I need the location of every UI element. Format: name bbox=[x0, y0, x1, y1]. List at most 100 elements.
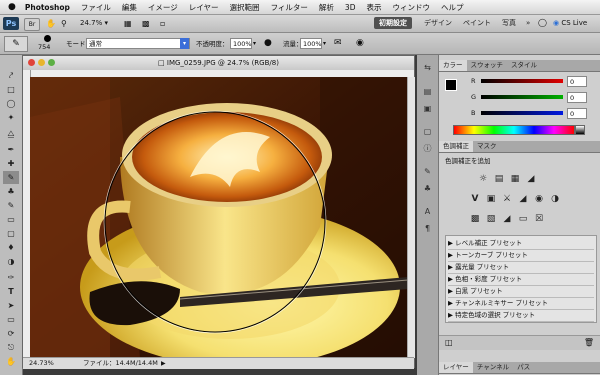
brightness-contrast-icon[interactable]: ☼ bbox=[477, 173, 489, 185]
path-select-tool-icon[interactable]: ➤ bbox=[3, 299, 19, 312]
menu-file[interactable]: ファイル bbox=[81, 2, 111, 13]
tab-color[interactable]: カラー bbox=[439, 60, 467, 71]
levels-icon[interactable]: ▤ bbox=[493, 173, 505, 185]
color-balance-icon[interactable]: ⚔ bbox=[501, 193, 513, 205]
gradient-tool-icon[interactable]: ▢ bbox=[3, 227, 19, 240]
opacity-field[interactable]: 100% bbox=[230, 38, 252, 49]
info-panel-icon[interactable]: ⓘ bbox=[421, 142, 434, 155]
blue-channel-field[interactable]: 0 bbox=[567, 108, 587, 119]
mode-select[interactable]: 通常 ▾ bbox=[86, 38, 190, 49]
spectrum-black-white[interactable] bbox=[575, 125, 585, 135]
color-spectrum-bar[interactable] bbox=[453, 125, 575, 135]
exposure-icon[interactable]: ◢ bbox=[525, 173, 537, 185]
posterize-icon[interactable]: ▧ bbox=[485, 213, 497, 225]
menu-help[interactable]: ヘルプ bbox=[441, 2, 464, 13]
maximize-button[interactable] bbox=[48, 59, 55, 66]
workspace-essentials[interactable]: 初期設定 bbox=[374, 17, 412, 29]
close-button[interactable] bbox=[28, 59, 35, 66]
navigator-panel-icon[interactable]: ▢ bbox=[421, 125, 434, 138]
eyedropper-tool-icon[interactable]: ✒ bbox=[3, 143, 19, 156]
brush-tool-icon[interactable]: ✎ bbox=[4, 36, 28, 52]
preset-levels[interactable]: ▶ レベル補正 プリセット bbox=[448, 238, 594, 250]
clone-stamp-tool-icon[interactable]: ♣ bbox=[3, 185, 19, 198]
shape-tool-icon[interactable]: ▭ bbox=[3, 313, 19, 326]
minimize-button[interactable] bbox=[38, 59, 45, 66]
tab-swatches[interactable]: スウォッチ bbox=[467, 60, 508, 71]
zoom-level-dropdown[interactable]: 24.7% ▾ bbox=[80, 18, 118, 29]
flow-field[interactable]: 100% bbox=[300, 38, 322, 49]
preset-exposure[interactable]: ▶ 露光量 プリセット bbox=[448, 262, 594, 274]
workspace-paint[interactable]: ペイント bbox=[458, 17, 496, 29]
paragraph-panel-icon[interactable]: ¶ bbox=[421, 222, 434, 235]
workspace-more[interactable]: » bbox=[521, 17, 535, 29]
marquee-tool-icon[interactable]: □ bbox=[3, 83, 19, 96]
black-white-icon[interactable]: ◢ bbox=[517, 193, 529, 205]
bridge-button[interactable]: Br bbox=[24, 18, 40, 31]
menu-edit[interactable]: 編集 bbox=[122, 2, 137, 13]
dodge-tool-icon[interactable]: ◑ bbox=[3, 255, 19, 268]
clone-source-panel-icon[interactable]: ♣ bbox=[421, 182, 434, 195]
menu-image[interactable]: イメージ bbox=[148, 2, 178, 13]
curves-icon[interactable]: ▦ bbox=[509, 173, 521, 185]
clip-icon[interactable]: ◫ bbox=[445, 338, 453, 347]
vertical-scrollbar[interactable] bbox=[407, 77, 415, 358]
zoom-status[interactable]: 24.73% bbox=[29, 358, 54, 369]
move-tool-icon[interactable]: ⤤ bbox=[3, 69, 19, 82]
tablet-size-icon[interactable]: ◉ bbox=[356, 37, 368, 49]
menu-layer[interactable]: レイヤー bbox=[189, 2, 219, 13]
menu-window[interactable]: ウィンドウ bbox=[392, 2, 430, 13]
preset-channel-mixer[interactable]: ▶ チャンネルミキサー プリセット bbox=[448, 298, 594, 310]
history-brush-tool-icon[interactable]: ✎ bbox=[3, 199, 19, 212]
history-panel-icon[interactable]: ▤ bbox=[421, 85, 434, 98]
vibrance-icon[interactable]: V bbox=[469, 193, 481, 205]
hand-tool-icon[interactable]: ✋ bbox=[3, 355, 19, 368]
properties-panel-icon[interactable]: ▣ bbox=[421, 102, 434, 115]
tab-channels[interactable]: チャンネル bbox=[473, 362, 513, 373]
menu-view[interactable]: 表示 bbox=[366, 2, 381, 13]
zoom-icon[interactable]: ⚲ bbox=[61, 18, 73, 29]
hand-icon[interactable]: ✋ bbox=[46, 18, 58, 29]
tab-layers[interactable]: レイヤー bbox=[439, 362, 473, 373]
apple-icon[interactable]: ● bbox=[8, 2, 16, 12]
cs-live-button[interactable]: ◉ CS Live bbox=[553, 18, 597, 29]
lasso-tool-icon[interactable]: ◯ bbox=[3, 97, 19, 110]
airbrush-icon[interactable]: ✉ bbox=[334, 37, 346, 49]
preset-black-white[interactable]: ▶ 白黒 プリセット bbox=[448, 286, 594, 298]
blue-channel-slider[interactable] bbox=[481, 111, 563, 115]
hue-saturation-icon[interactable]: ▣ bbox=[485, 193, 497, 205]
brush-tool-icon[interactable]: ✎ bbox=[3, 171, 19, 184]
blur-tool-icon[interactable]: ♦ bbox=[3, 241, 19, 254]
threshold-icon[interactable]: ◢ bbox=[501, 213, 513, 225]
menu-3d[interactable]: 3D bbox=[345, 3, 356, 12]
preset-hue-saturation[interactable]: ▶ 色相・彩度 プリセット bbox=[448, 274, 594, 286]
quick-select-tool-icon[interactable]: ✦ bbox=[3, 111, 19, 124]
app-menu[interactable]: Photoshop bbox=[25, 3, 70, 12]
photo-filter-icon[interactable]: ◉ bbox=[533, 193, 545, 205]
brush-panel-icon[interactable]: ✎ bbox=[421, 165, 434, 178]
gradient-map-icon[interactable]: ▭ bbox=[517, 213, 529, 225]
selective-color-icon[interactable]: ☒ bbox=[533, 213, 545, 225]
menu-select[interactable]: 選択範囲 bbox=[230, 2, 260, 13]
tab-paths[interactable]: パス bbox=[513, 362, 534, 373]
crop-tool-icon[interactable]: ⧋ bbox=[3, 127, 19, 140]
pen-tool-icon[interactable]: ✑ bbox=[3, 271, 19, 284]
invert-icon[interactable]: ▩ bbox=[469, 213, 481, 225]
workspace-photo[interactable]: 写真 bbox=[497, 17, 521, 29]
type-tool-icon[interactable]: T bbox=[3, 285, 19, 298]
tablet-opacity-icon[interactable]: ● bbox=[264, 37, 276, 49]
document-title-bar[interactable]: □ IMG_0259.JPG @ 24.7% (RGB/8) bbox=[23, 56, 414, 71]
preset-selective-color[interactable]: ▶ 特定色域の選択 プリセット bbox=[448, 310, 594, 322]
arrange-icon[interactable]: ▩ bbox=[142, 18, 154, 29]
channel-mixer-icon[interactable]: ◑ bbox=[549, 193, 561, 205]
green-channel-field[interactable]: 0 bbox=[567, 92, 587, 103]
search-icon[interactable]: ◯ bbox=[538, 18, 548, 28]
brush-preset-picker[interactable]: 754 bbox=[36, 35, 62, 52]
flow-dropdown-icon[interactable]: ▾ bbox=[323, 38, 330, 49]
tab-masks[interactable]: マスク bbox=[473, 141, 501, 152]
red-channel-field[interactable]: 0 bbox=[567, 76, 587, 87]
status-menu-icon[interactable]: ▶ bbox=[161, 358, 166, 369]
preset-curves[interactable]: ▶ トーンカーブ プリセット bbox=[448, 250, 594, 262]
menu-filter[interactable]: フィルター bbox=[271, 2, 308, 13]
trash-icon[interactable]: 🗑 bbox=[584, 338, 594, 347]
character-panel-icon[interactable]: A bbox=[421, 205, 434, 218]
